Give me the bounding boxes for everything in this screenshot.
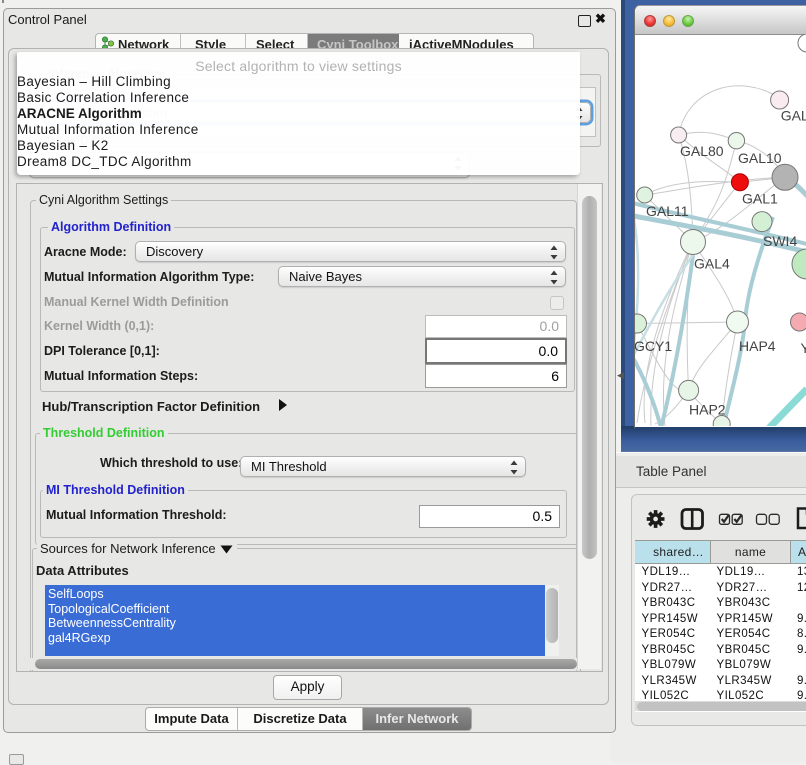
svg-text:GCY1: GCY1 <box>635 338 672 354</box>
svg-text:HAP2: HAP2 <box>689 402 726 418</box>
svg-text:GAL80: GAL80 <box>680 143 724 159</box>
svg-text:GAL1: GAL1 <box>742 191 778 207</box>
svg-text:SWI4: SWI4 <box>763 233 797 249</box>
svg-text:HAP4: HAP4 <box>739 338 776 354</box>
svg-text:GAL10: GAL10 <box>738 150 782 166</box>
svg-text:GAL7: GAL7 <box>781 108 806 124</box>
svg-text:Y: Y <box>801 340 806 356</box>
svg-text:GAL4: GAL4 <box>694 256 730 272</box>
svg-text:GAL11: GAL11 <box>646 203 689 219</box>
